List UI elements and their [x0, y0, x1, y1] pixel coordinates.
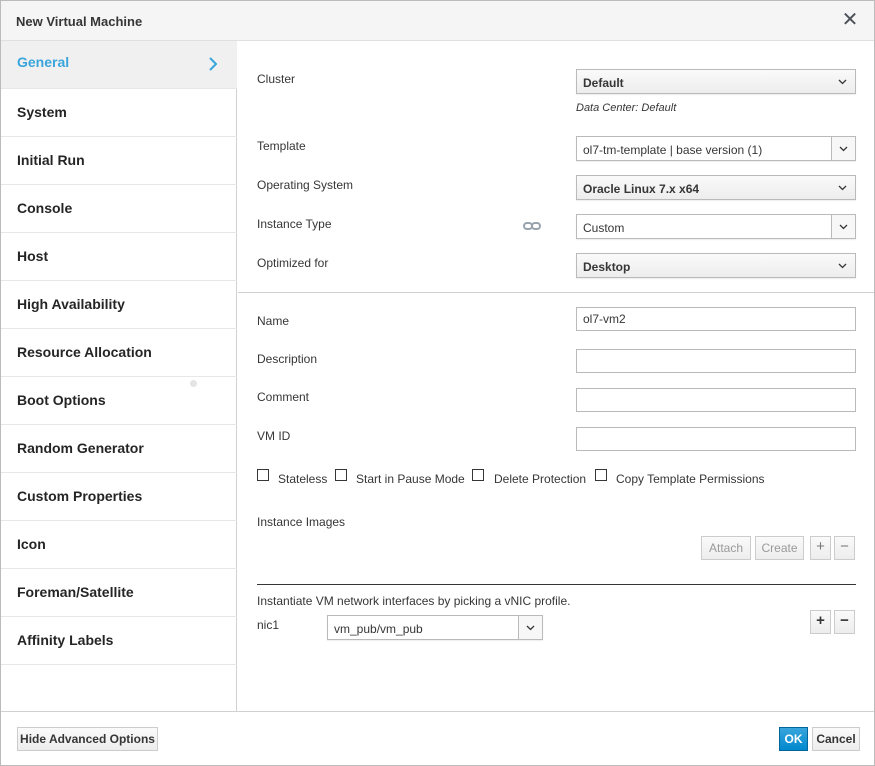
cluster-select[interactable]: Default: [576, 69, 856, 94]
chevron-down-icon: [831, 176, 855, 199]
cancel-button[interactable]: Cancel: [812, 727, 860, 751]
optimized-for-value: Desktop: [583, 260, 631, 274]
sidebar-item-label: Foreman/Satellite: [17, 584, 134, 600]
copy-permissions-checkbox[interactable]: [595, 469, 607, 481]
name-input[interactable]: [576, 307, 856, 331]
optimized-for-label: Optimized for: [257, 256, 329, 270]
start-paused-label: Start in Pause Mode: [356, 472, 465, 486]
copy-permissions-label: Copy Template Permissions: [616, 472, 765, 486]
sidebar-item-label: Custom Properties: [17, 488, 143, 504]
sidebar-item-label: Initial Run: [17, 152, 85, 168]
stateless-checkbox[interactable]: [257, 469, 269, 481]
sidebar-item-icon[interactable]: Icon: [1, 521, 237, 569]
data-center-hint: Data Center: Default: [576, 102, 677, 114]
nic1-profile-select[interactable]: vm_pub/vm_pub: [327, 615, 543, 640]
dialog-footer: Hide Advanced Options OK Cancel: [1, 711, 874, 765]
description-input[interactable]: [576, 349, 856, 373]
sidebar-item-label: Resource Allocation: [17, 344, 152, 360]
attach-button[interactable]: Attach: [701, 536, 751, 560]
network-intro-text: Instantiate VM network interfaces by pic…: [257, 594, 571, 608]
name-label: Name: [257, 314, 290, 328]
cluster-label: Cluster: [257, 72, 296, 86]
sidebar-item-general[interactable]: General: [1, 41, 237, 89]
chevron-down-icon: [831, 254, 855, 277]
sidebar-item-initial-run[interactable]: Initial Run: [1, 137, 237, 185]
link-icon[interactable]: [523, 221, 541, 231]
sidebar-item-label: High Availability: [17, 296, 125, 312]
stateless-label: Stateless: [278, 472, 328, 486]
description-label: Description: [257, 352, 318, 366]
vm-id-input[interactable]: [576, 427, 856, 451]
sidebar-item-random-generator[interactable]: Random Generator: [1, 425, 237, 473]
comment-input[interactable]: [576, 388, 856, 412]
general-panel: Cluster Default Data Center: Default Tem…: [238, 41, 874, 711]
sidebar-item-label: Boot Options: [17, 392, 106, 408]
instance-type-label: Instance Type: [257, 217, 332, 231]
sidebar-item-foreman-satellite[interactable]: Foreman/Satellite: [1, 569, 237, 617]
add-image-button[interactable]: +: [810, 536, 831, 560]
comment-label: Comment: [257, 390, 310, 404]
chevron-down-icon: [831, 70, 855, 93]
chevron-down-icon[interactable]: [518, 616, 542, 639]
sidebar-item-resource-allocation[interactable]: Resource Allocation: [1, 329, 237, 377]
optimized-for-select[interactable]: Desktop: [576, 253, 856, 278]
remove-image-button[interactable]: −: [834, 536, 855, 560]
sidebar-item-console[interactable]: Console: [1, 185, 237, 233]
sidebar-item-label: Console: [17, 200, 73, 216]
sidebar-item-label: Affinity Labels: [17, 632, 114, 648]
sidebar-item-label: Host: [17, 248, 49, 264]
sidebar-item-system[interactable]: System: [1, 89, 237, 137]
close-icon[interactable]: ✕: [840, 10, 860, 30]
instance-type-value: Custom: [583, 221, 625, 235]
template-label: Template: [257, 139, 306, 153]
add-nic-button[interactable]: +: [810, 610, 831, 634]
os-select[interactable]: Oracle Linux 7.x x64: [576, 175, 856, 200]
section-divider: [238, 292, 874, 293]
network-divider: [257, 584, 856, 585]
template-value: ol7-tm-template | base version (1): [583, 143, 763, 157]
sidebar-item-custom-properties[interactable]: Custom Properties: [1, 473, 237, 521]
cluster-value: Default: [583, 76, 624, 90]
chevron-down-icon[interactable]: [831, 137, 855, 160]
dialog-header: New Virtual Machine ✕: [1, 1, 874, 41]
sidebar-item-boot-options[interactable]: Boot Options: [1, 377, 237, 425]
hide-advanced-options-button[interactable]: Hide Advanced Options: [17, 727, 158, 751]
nic1-label: nic1: [257, 618, 280, 632]
delete-protection-label: Delete Protection: [494, 472, 587, 486]
chevron-down-icon[interactable]: [831, 215, 855, 238]
sidebar-item-high-availability[interactable]: High Availability: [1, 281, 237, 329]
sidebar-item-affinity-labels[interactable]: Affinity Labels: [1, 617, 237, 665]
sidebar-item-label: Icon: [17, 536, 46, 552]
os-value: Oracle Linux 7.x x64: [583, 182, 700, 196]
nic1-profile-value: vm_pub/vm_pub: [334, 622, 423, 636]
sidebar-item-label: System: [17, 104, 67, 120]
start-paused-checkbox[interactable]: [335, 469, 347, 481]
delete-protection-checkbox[interactable]: [472, 469, 484, 481]
dialog-title: New Virtual Machine: [16, 14, 143, 29]
sidebar-nav: General System Initial Run Console Host …: [1, 41, 237, 711]
template-select[interactable]: ol7-tm-template | base version (1): [576, 136, 856, 161]
ok-button[interactable]: OK: [779, 727, 808, 751]
instance-type-select[interactable]: Custom: [576, 214, 856, 239]
sidebar-item-host[interactable]: Host: [1, 233, 237, 281]
chevron-right-icon: [209, 57, 218, 71]
instance-images-label: Instance Images: [257, 515, 346, 529]
new-vm-dialog: New Virtual Machine ✕ General System Ini…: [0, 0, 875, 766]
scroll-indicator-dot: [190, 380, 197, 387]
sidebar-item-label: Random Generator: [17, 440, 144, 456]
vm-id-label: VM ID: [257, 429, 291, 443]
sidebar-item-label: General: [17, 54, 70, 70]
os-label: Operating System: [257, 178, 354, 192]
remove-nic-button[interactable]: −: [834, 610, 855, 634]
create-button[interactable]: Create: [755, 536, 804, 560]
